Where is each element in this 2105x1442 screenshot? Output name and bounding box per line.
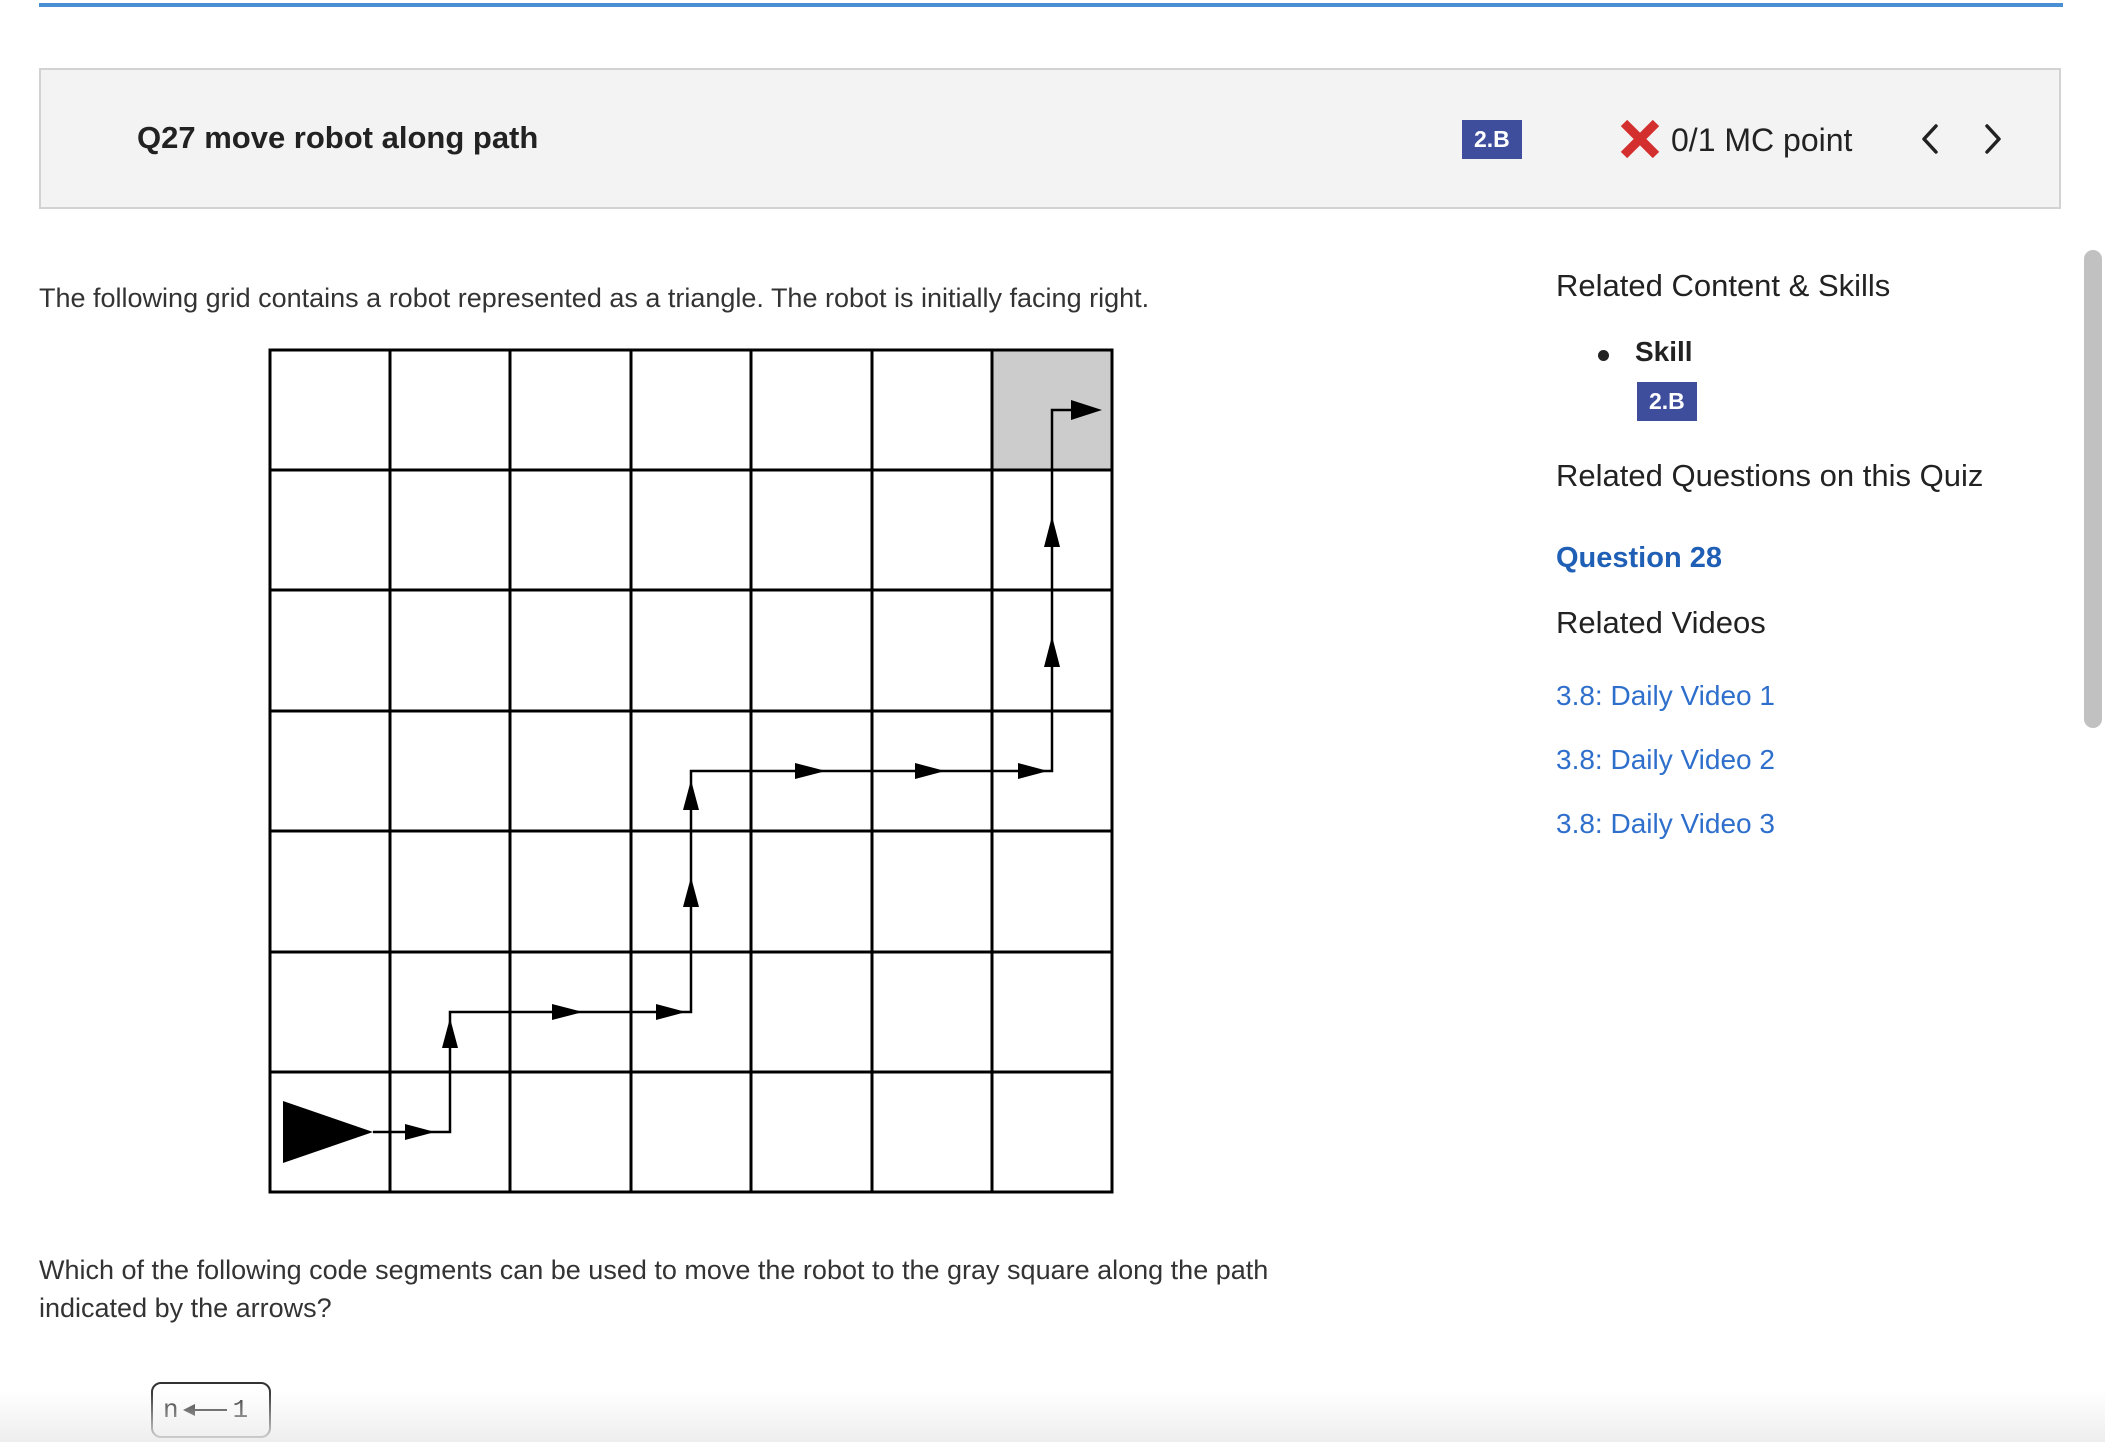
path-line bbox=[373, 408, 1090, 1134]
assignment-arrow-icon bbox=[182, 1404, 227, 1416]
related-question-link[interactable]: Question 28 bbox=[1556, 542, 1722, 575]
question-title: Q27 move robot along path bbox=[137, 120, 539, 155]
incorrect-x-icon bbox=[1620, 119, 1660, 159]
chevron-right-icon[interactable] bbox=[1976, 120, 2010, 158]
question-prompt: The following grid contains a robot repr… bbox=[39, 283, 1150, 313]
video-link[interactable]: 3.8: Daily Video 1 bbox=[1556, 680, 1775, 712]
code-block-preview: n 1 bbox=[151, 1382, 271, 1438]
score-text: 0/1 MC point bbox=[1671, 122, 1853, 158]
question-header: Q27 move robot along path 2.B 0/1 MC poi… bbox=[39, 68, 2061, 209]
bullet-icon bbox=[1598, 350, 1609, 361]
question-text: Which of the following code segments can… bbox=[39, 1255, 1269, 1323]
related-content-heading: Related Content & Skills bbox=[1556, 268, 1891, 303]
quiz-review-page: Q27 move robot along path 2.B 0/1 MC poi… bbox=[0, 0, 2105, 1442]
code-variable: n bbox=[163, 1395, 179, 1425]
chevron-left-icon[interactable] bbox=[1913, 120, 1947, 158]
code-value: 1 bbox=[232, 1395, 249, 1425]
skill-label: Skill bbox=[1635, 336, 1693, 367]
scrollbar-thumb[interactable] bbox=[2084, 250, 2102, 728]
related-questions-heading: Related Questions on this Quiz bbox=[1556, 458, 1984, 493]
bottom-fade bbox=[0, 1390, 2105, 1442]
robot-triangle bbox=[283, 1101, 373, 1163]
video-link[interactable]: 3.8: Daily Video 2 bbox=[1556, 744, 1775, 776]
video-link[interactable]: 3.8: Daily Video 3 bbox=[1556, 808, 1775, 840]
top-divider bbox=[39, 3, 2063, 7]
robot-grid-figure bbox=[268, 348, 1114, 1194]
sidebar-skill-badge[interactable]: 2.B bbox=[1637, 382, 1697, 421]
skill-badge[interactable]: 2.B bbox=[1462, 120, 1522, 159]
related-videos-heading: Related Videos bbox=[1556, 605, 1766, 640]
